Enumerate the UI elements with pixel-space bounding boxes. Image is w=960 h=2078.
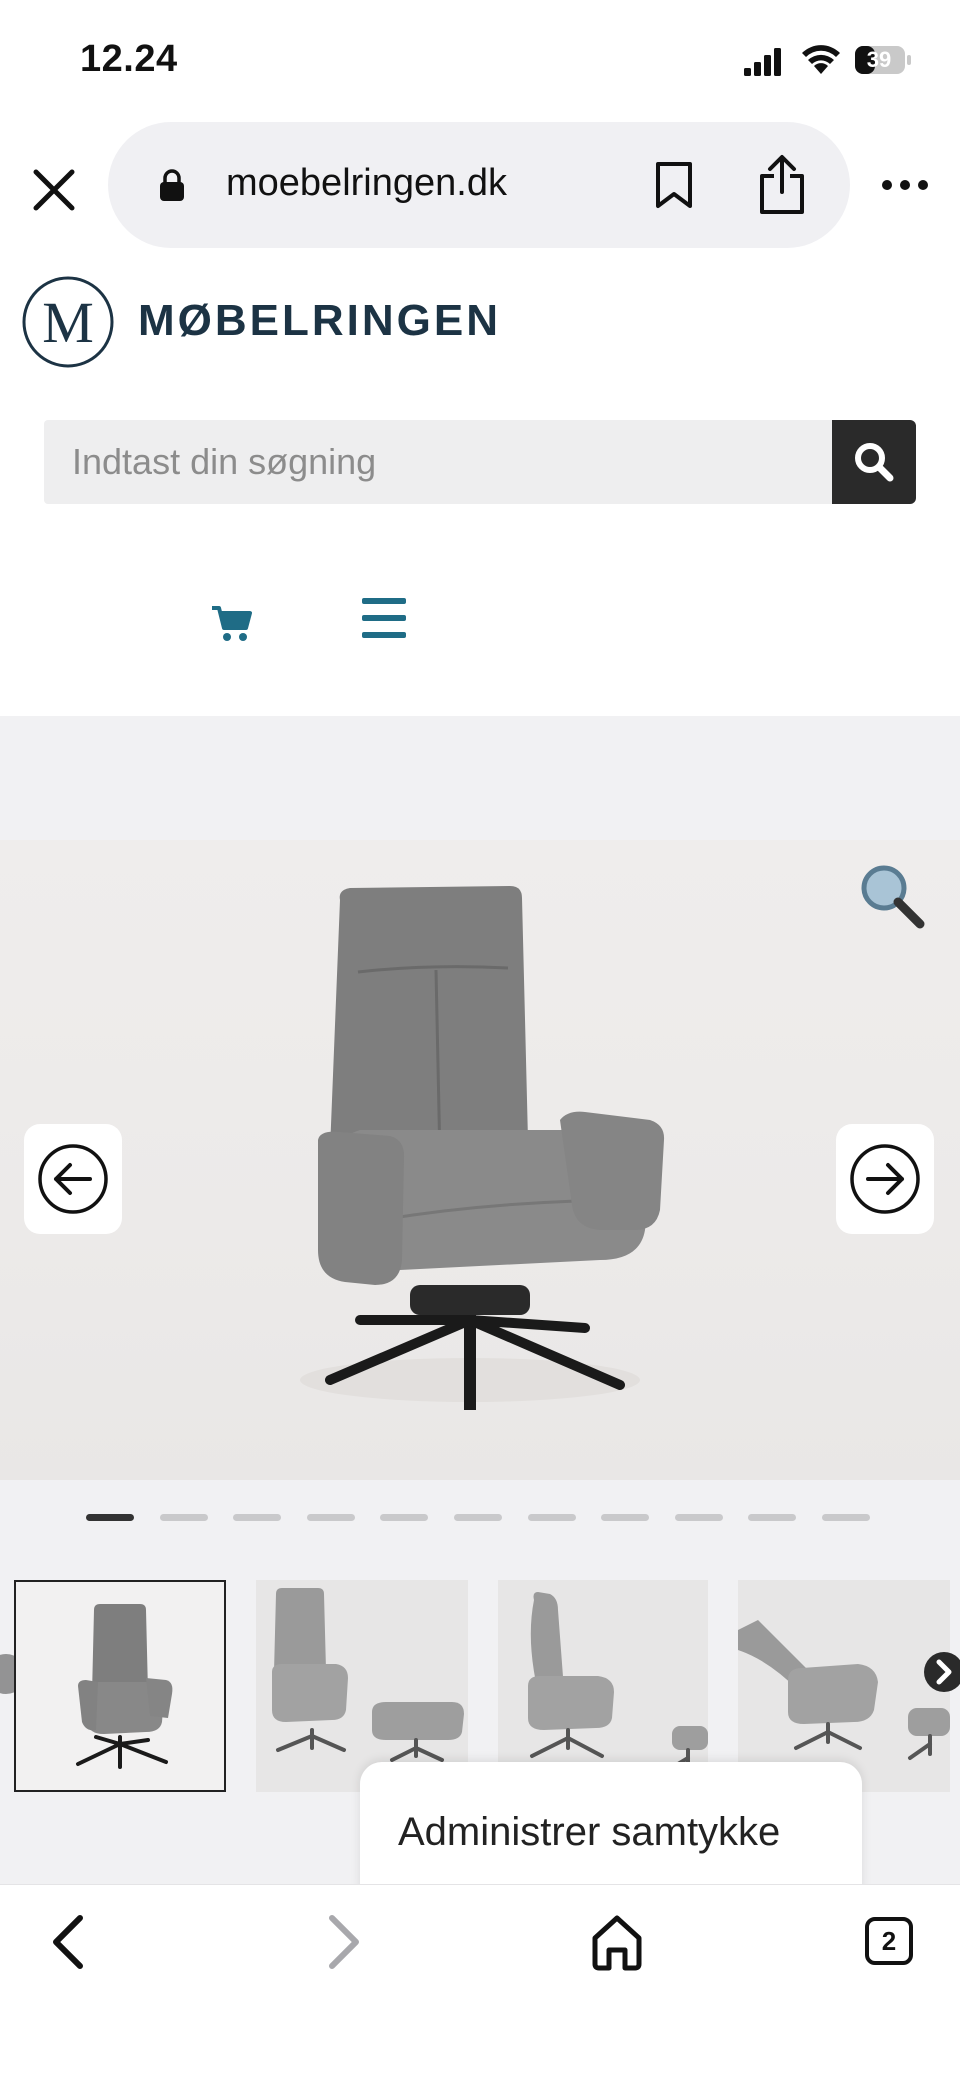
- thumbnail-image: [76, 1604, 173, 1769]
- gallery-dot[interactable]: [454, 1514, 502, 1521]
- lock-icon: [160, 169, 184, 201]
- gallery-dot[interactable]: [160, 1514, 208, 1521]
- logo-text[interactable]: MØBELRINGEN: [138, 296, 501, 346]
- url-text[interactable]: moebelringen.dk: [226, 162, 507, 205]
- status-time: 12.24: [80, 38, 178, 80]
- thumbnail-next-button[interactable]: [924, 1652, 960, 1692]
- gallery-dot[interactable]: [307, 1514, 355, 1521]
- logo-icon[interactable]: M: [20, 274, 116, 370]
- share-icon[interactable]: [756, 154, 808, 216]
- thumbnail-chair-reclined[interactable]: [738, 1580, 950, 1792]
- zoom-icon[interactable]: [858, 862, 926, 930]
- status-bar: 12.24 39: [0, 0, 960, 120]
- gallery-pager: [86, 1514, 886, 1524]
- signal-icon: [744, 48, 781, 76]
- close-icon[interactable]: [24, 160, 84, 220]
- gallery-dot[interactable]: [233, 1514, 281, 1521]
- gallery-dot[interactable]: [748, 1514, 796, 1521]
- thumbnail-chair-side[interactable]: [498, 1580, 708, 1792]
- menu-icon[interactable]: [360, 596, 408, 640]
- thumbnail-image: [272, 1588, 464, 1762]
- consent-label[interactable]: Administrer samtykke: [398, 1810, 780, 1855]
- tabs-count[interactable]: 2: [864, 1916, 914, 1966]
- arrow-right-icon: [850, 1144, 920, 1214]
- search-button[interactable]: [832, 420, 916, 504]
- gallery-dot[interactable]: [528, 1514, 576, 1521]
- gallery-dot[interactable]: [822, 1514, 870, 1521]
- thumbnail-image: [528, 1592, 708, 1772]
- logo-letter: M: [42, 290, 94, 355]
- back-icon[interactable]: [44, 1912, 94, 1972]
- gallery-dot[interactable]: [380, 1514, 428, 1521]
- gallery-dot[interactable]: [675, 1514, 723, 1521]
- thumbnail-image: [738, 1620, 950, 1760]
- forward-icon[interactable]: [318, 1912, 368, 1972]
- wifi-icon: [802, 45, 840, 74]
- home-icon[interactable]: [590, 1912, 644, 1972]
- next-image-button[interactable]: [836, 1124, 934, 1234]
- prev-image-button[interactable]: [24, 1124, 122, 1234]
- bookmark-icon[interactable]: [652, 160, 696, 210]
- gallery-dot[interactable]: [86, 1514, 134, 1521]
- cart-icon[interactable]: [210, 600, 254, 644]
- arrow-left-icon: [38, 1144, 108, 1214]
- thumbnail-chair-front[interactable]: [14, 1580, 226, 1792]
- gallery-dot[interactable]: [601, 1514, 649, 1521]
- battery-level: 39: [866, 47, 892, 72]
- more-icon[interactable]: [880, 170, 930, 200]
- armchair-image: [300, 886, 665, 1410]
- product-main-image[interactable]: [0, 840, 960, 1480]
- search-input[interactable]: [44, 420, 832, 504]
- browser-toolbar: [0, 1884, 960, 2078]
- thumbnail-chair-with-footstool[interactable]: [256, 1580, 468, 1792]
- chevron-right-icon: [936, 1659, 952, 1685]
- search-icon: [855, 443, 894, 482]
